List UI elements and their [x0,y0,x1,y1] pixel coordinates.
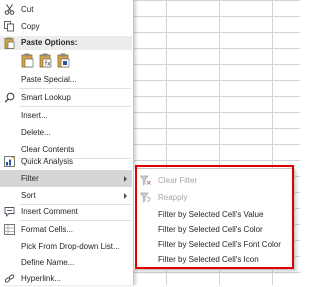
context-menu: Cut Copy Paste Options: fx Paste Special… [0,0,134,285]
insert-menu-item[interactable]: Insert... [0,107,132,124]
paste-icon[interactable] [21,53,34,68]
paste-options-label: Paste Options: [21,38,78,47]
filter-by-icon-label: Filter by Selected Cell's Icon [158,255,259,264]
reapply-icon [140,192,151,203]
clear-filter-icon [140,175,151,186]
format-cells-icon [4,224,15,235]
svg-text:fx: fx [45,61,51,68]
clipboard-icon [4,37,15,49]
paste-options-header: Paste Options: [0,36,132,50]
cut-menu-item[interactable]: Cut [0,1,132,18]
quick-analysis-menu-item[interactable]: Quick Analysis [0,153,132,170]
paste-special-menu-item[interactable]: Paste Special... [0,71,132,88]
clear-filter-menu-item[interactable]: Clear Filter [134,172,292,189]
reapply-label: Reapply [158,193,188,202]
insert-comment-label: Insert Comment [21,207,78,216]
quick-analysis-icon [4,156,15,167]
clear-filter-label: Clear Filter [158,176,198,185]
paste-formulas-icon[interactable]: fx [39,53,52,68]
scissors-icon [4,4,15,15]
reapply-menu-item[interactable]: Reapply [134,189,292,206]
define-name-menu-item[interactable]: Define Name... [0,254,132,271]
quick-analysis-label: Quick Analysis [21,157,74,166]
filter-menu-item[interactable]: Filter [0,170,132,187]
sort-menu-item[interactable]: Sort [0,187,132,204]
smart-lookup-menu-item[interactable]: Smart Lookup [0,89,132,106]
filter-label: Filter [21,174,39,183]
search-icon [4,92,15,103]
copy-menu-item[interactable]: Copy [0,18,132,35]
filter-by-icon-menu-item[interactable]: Filter by Selected Cell's Icon [134,251,292,268]
format-cells-menu-item[interactable]: Format Cells... [0,221,132,238]
sort-label: Sort [21,191,36,200]
define-name-label: Define Name... [21,258,75,267]
format-cells-label: Format Cells... [21,225,74,234]
link-icon [4,273,15,284]
comment-icon [4,206,15,217]
pick-from-list-label: Pick From Drop-down List... [21,242,120,251]
submenu-arrow-icon [124,176,127,182]
smart-lookup-label: Smart Lookup [21,93,71,102]
paste-values-icon[interactable] [57,53,70,68]
delete-label: Delete... [21,128,51,137]
submenu-arrow-icon [124,193,127,199]
hyperlink-menu-item[interactable]: Hyperlink... [0,270,132,287]
insert-comment-menu-item[interactable]: Insert Comment [0,203,132,220]
copy-label: Copy [21,22,40,31]
hyperlink-label: Hyperlink... [21,274,62,283]
pick-from-list-menu-item[interactable]: Pick From Drop-down List... [0,238,132,255]
paste-special-label: Paste Special... [21,75,77,84]
filter-submenu: Clear Filter Reapply Filter by Selected … [133,168,295,270]
insert-label: Insert... [21,111,48,120]
cut-label: Cut [21,5,34,14]
delete-menu-item[interactable]: Delete... [0,124,132,141]
copy-icon [4,21,15,32]
